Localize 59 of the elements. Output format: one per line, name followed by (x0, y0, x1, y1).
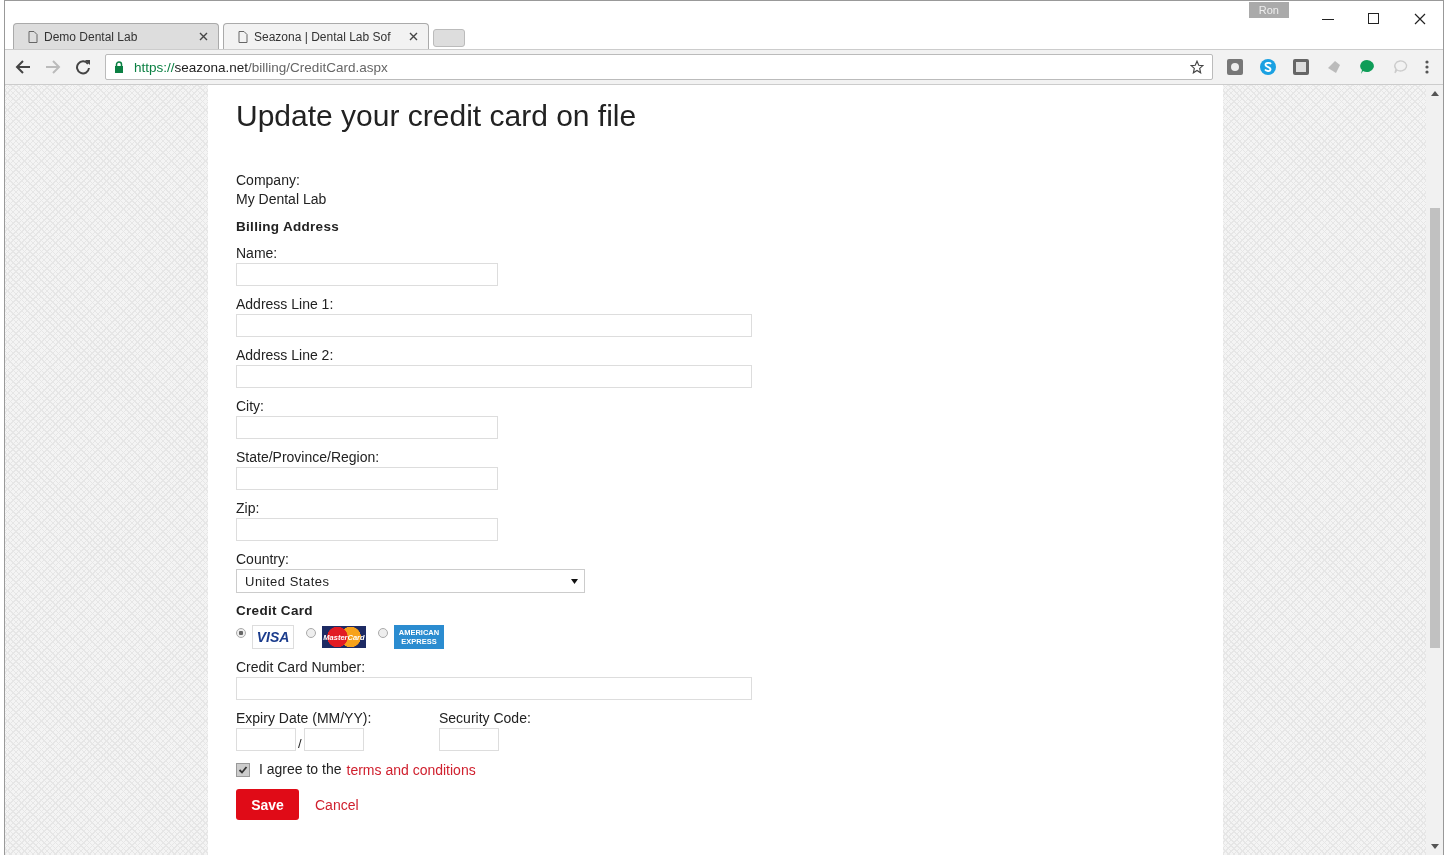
forward-icon[interactable] (45, 59, 61, 75)
terms-link[interactable]: terms and conditions (346, 761, 476, 778)
input-field[interactable] (236, 467, 498, 490)
section-heading: Billing Address (236, 219, 339, 234)
page-icon (238, 30, 248, 43)
url-text: https://seazona.net/billing/CreditCard.aspx (134, 59, 389, 75)
field-label: Name: (236, 244, 278, 263)
field-label: Security Code: (439, 709, 531, 728)
visa-logo: VISA (252, 625, 294, 649)
input-field[interactable] (236, 365, 752, 388)
field-label: Expiry Date (MM/YY): (236, 709, 372, 728)
extension-icon[interactable] (1227, 59, 1243, 75)
field-label: Country: (236, 550, 289, 569)
close-icon[interactable] (1414, 13, 1426, 25)
input-field[interactable] (236, 728, 296, 751)
separator-text: / (298, 736, 302, 751)
reload-icon[interactable] (75, 59, 91, 75)
checkbox[interactable] (236, 762, 250, 777)
scroll-up-icon[interactable] (1430, 91, 1439, 96)
input-field[interactable] (236, 518, 498, 541)
browser-tab[interactable]: Demo Dental Lab (13, 23, 219, 49)
cancel-link[interactable]: Cancel (315, 796, 359, 813)
star-icon[interactable] (1190, 60, 1204, 74)
field-label: Address Line 1: (236, 295, 334, 314)
field-label: Address Line 2: (236, 346, 334, 365)
field-label: Credit Card Number: (236, 658, 366, 677)
field-label: Company: (236, 171, 300, 190)
menu-icon[interactable] (1425, 60, 1429, 74)
section-heading: Credit Card (236, 603, 313, 618)
input-field[interactable] (439, 728, 499, 751)
radio-button[interactable] (378, 628, 388, 638)
back-icon[interactable] (15, 59, 31, 75)
close-icon[interactable] (409, 32, 418, 41)
maximize-icon[interactable] (1368, 13, 1380, 25)
skype-icon[interactable] (1260, 59, 1276, 75)
page-icon (28, 30, 38, 43)
company-name: My Dental Lab (236, 190, 327, 209)
input-field[interactable] (303, 728, 364, 751)
extension-icon[interactable] (1293, 59, 1309, 75)
field-label: State/Province/Region: (236, 448, 380, 467)
scrollbar[interactable] (1426, 85, 1443, 855)
address-bar[interactable]: https://seazona.net/billing/CreditCard.aspx (105, 54, 1213, 80)
radio-button[interactable] (236, 628, 246, 638)
agreement-text: I agree to the (259, 760, 342, 779)
field-label: City: (236, 397, 264, 416)
close-icon[interactable] (199, 32, 208, 41)
input-field[interactable] (236, 416, 498, 439)
field-label: Zip: (236, 499, 260, 518)
input-field[interactable] (236, 677, 752, 700)
save-button[interactable]: Save (236, 789, 299, 820)
radio-button[interactable] (306, 628, 316, 638)
page-title: Update your credit card on file (236, 99, 637, 133)
scroll-down-icon[interactable] (1430, 844, 1439, 849)
country-dropdown[interactable]: United States (236, 569, 585, 593)
input-field[interactable] (236, 314, 752, 337)
input-field[interactable] (236, 263, 498, 286)
browser-tab[interactable]: Seazona | Dental Lab Sof (223, 23, 429, 49)
speech-bubble-icon[interactable] (1359, 59, 1375, 75)
dropdown-arrow-icon (571, 578, 578, 584)
